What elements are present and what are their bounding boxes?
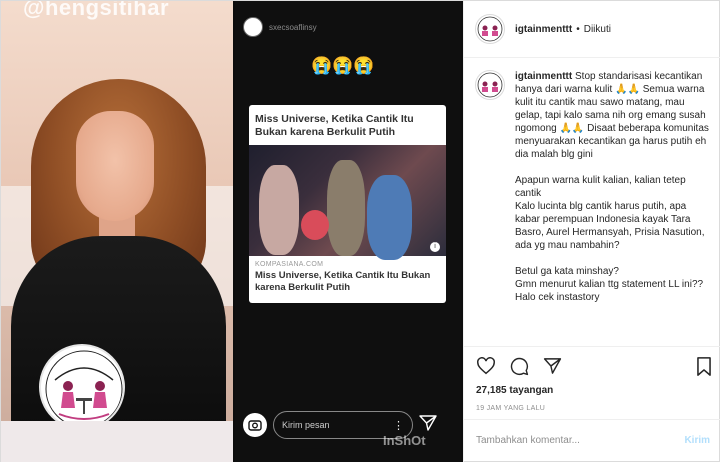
article-domain: KOMPASIANA.COM (255, 261, 324, 268)
camera-icon[interactable] (243, 413, 267, 437)
view-count[interactable]: 27,185 tayangan (476, 385, 553, 396)
figure-center (327, 160, 365, 256)
action-icons (476, 357, 562, 381)
story-username: sxecsoaflinsy (269, 22, 317, 32)
media-right-story: sxecsoaflinsy 😭😭😭 Miss Universe, Ketika … (235, 1, 461, 462)
add-comment-section: Kirim (464, 419, 720, 461)
heart-icon[interactable] (476, 357, 496, 381)
share-icon[interactable] (543, 357, 562, 381)
view-count-number: 27,185 (476, 385, 507, 396)
bed-sheet (1, 421, 233, 462)
caption-area: igtainmenttt Stop standarisasi kecantika… (464, 58, 720, 346)
post-header: igtainmenttt • Diikuti (464, 1, 720, 58)
header-separator: • (576, 23, 580, 35)
brand-logo (39, 344, 125, 430)
article-image: i (249, 145, 446, 260)
author-username[interactable]: igtainmenttt (515, 24, 572, 35)
story-header: sxecsoaflinsy (243, 17, 317, 37)
person-face (76, 111, 154, 221)
comment-input[interactable] (476, 435, 666, 446)
follow-status[interactable]: Diikuti (584, 24, 611, 35)
inshot-watermark: InShOt (383, 433, 426, 448)
caption-username[interactable]: igtainmenttt (515, 71, 572, 82)
info-icon: i (430, 242, 440, 252)
reply-placeholder: Kirim pesan (282, 420, 330, 430)
figure-right (367, 175, 412, 260)
post-actions: 27,185 tayangan 19 JAM YANG LALU Kirim (464, 346, 720, 461)
post-side-panel: igtainmenttt • Diikuti igtainmenttt Stop… (463, 1, 720, 462)
story-avatar (243, 17, 263, 37)
caption-body: Stop standarisasi kecantikan hanya dari … (515, 71, 709, 303)
comment-icon[interactable] (510, 357, 529, 381)
post-timestamp[interactable]: 19 JAM YANG LALU (476, 405, 545, 412)
instagram-post: @hengsitihar sxecsoaflinsy 😭😭😭 Miss Univ… (0, 0, 720, 462)
flower-bouquet (301, 210, 329, 240)
author-avatar[interactable] (475, 14, 505, 44)
watermark-text: @hengsitihar (23, 1, 170, 20)
article-title-bottom: Miss Universe, Ketika Cantik Itu Bukan k… (255, 270, 431, 293)
post-comment-button[interactable]: Kirim (684, 435, 710, 446)
caption-avatar[interactable] (475, 70, 505, 100)
post-media[interactable]: @hengsitihar sxecsoaflinsy 😭😭😭 Miss Univ… (1, 1, 463, 462)
bookmark-icon[interactable] (696, 357, 712, 381)
more-options-icon[interactable]: ⋮ (393, 419, 404, 432)
story-emoji: 😭😭😭 (311, 56, 375, 75)
media-left-video: @hengsitihar (1, 1, 233, 462)
view-count-label: tayangan (509, 385, 554, 396)
caption-text: igtainmenttt Stop standarisasi kecantika… (515, 70, 709, 334)
article-link-card[interactable]: Miss Universe, Ketika Cantik Itu Bukan k… (249, 105, 446, 303)
article-title: Miss Universe, Ketika Cantik Itu Bukan k… (255, 113, 414, 138)
figure-left (259, 165, 299, 255)
